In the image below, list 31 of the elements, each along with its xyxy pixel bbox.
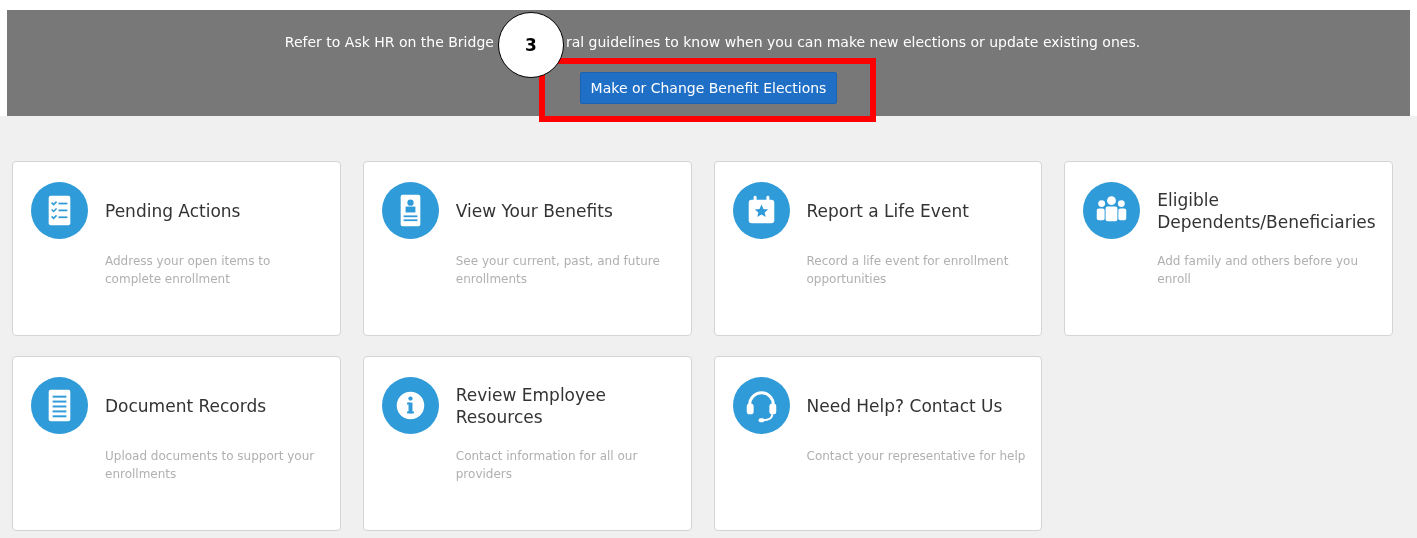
tile-description: Contact information for all our providers xyxy=(455,448,639,483)
tile-card[interactable]: Review Employee Resources Contact information for all our providers xyxy=(362,356,692,531)
tile-description: See your current, past, and future enrollments xyxy=(455,253,661,288)
checklist-icon xyxy=(31,182,88,239)
tile-title: Pending Actions xyxy=(105,199,241,222)
tile-description: Address your open items to complete enrollment xyxy=(105,253,272,288)
tile-title: Eligible Dependents/Beneficiaries xyxy=(1157,188,1377,233)
tile-card[interactable]: Pending Actions Address your open items to complete enrollment xyxy=(12,161,341,336)
tile-card[interactable]: Eligible Dependents/Beneficiaries Add family and others before you enroll xyxy=(1064,161,1393,336)
tile-description: Add family and others before you enroll xyxy=(1157,253,1360,288)
benefit-elections-button[interactable]: Make or Change Benefit Elections xyxy=(579,72,838,104)
info-icon xyxy=(381,377,439,434)
headset-icon xyxy=(732,377,790,434)
tile-title: View Your Benefits xyxy=(455,199,613,222)
step-callout: 3 xyxy=(497,12,564,78)
tile-description: Record a life event for enrollment opportunities xyxy=(806,253,1010,288)
people-group-icon xyxy=(1083,182,1141,239)
tile-card[interactable]: Document Records Upload documents to support your enrollments xyxy=(12,356,341,531)
tile-title: Review Employee Resources xyxy=(455,383,607,428)
document-icon xyxy=(31,377,88,434)
banner-message: Refer to Ask HR on the Bridge xyxy=(284,34,494,50)
tile-card[interactable]: View Your Benefits See your current, past, and future enrollments xyxy=(362,161,692,336)
tile-title: Need Help? Contact Us xyxy=(806,394,1003,417)
tile-description: Contact your representative for help xyxy=(806,448,1027,465)
tile-card[interactable]: Report a Life Event Record a life event for enrollment opportunities xyxy=(713,161,1043,336)
tile-card[interactable]: Need Help? Contact Us Contact your representative for help xyxy=(713,356,1043,531)
tile-description: Upload documents to support your enrollments xyxy=(105,448,316,483)
tile-title: Report a Life Event xyxy=(806,199,969,222)
id-badge-icon xyxy=(381,182,439,239)
tile-title: Document Records xyxy=(105,394,267,417)
banner-message: ral guidelines to know when you can make new elections or update existing ones. xyxy=(565,34,1141,50)
